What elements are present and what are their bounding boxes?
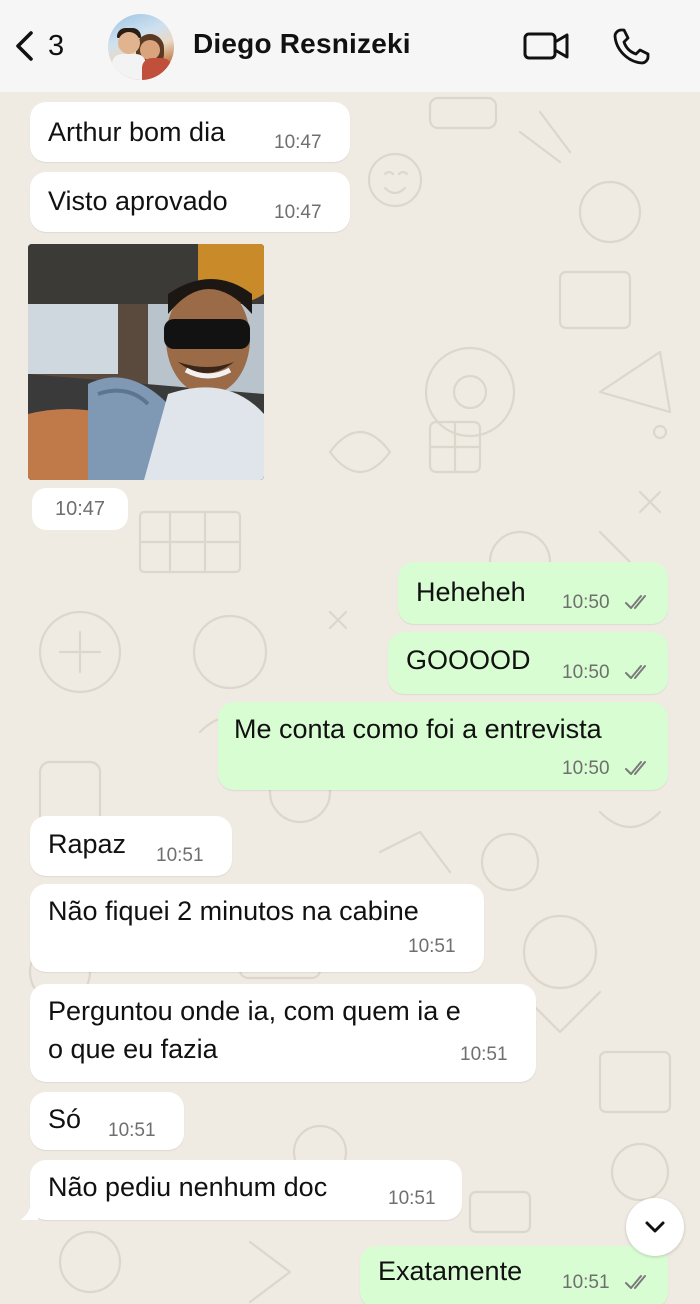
message-incoming[interactable]: Visto aprovado 10:47	[30, 172, 350, 232]
photo-content	[28, 244, 264, 480]
message-incoming[interactable]: Arthur bom dia 10:47	[30, 102, 350, 162]
message-time: 10:51	[562, 1272, 610, 1293]
message-outgoing[interactable]: Me conta como foi a entrevista 10:50	[218, 702, 668, 790]
double-check-icon	[625, 665, 646, 679]
chevron-down-icon	[645, 1221, 665, 1233]
message-text: Rapaz	[48, 829, 127, 859]
message-incoming[interactable]: Só 10:51	[30, 1092, 184, 1150]
message-text: Perguntou onde ia, com quem ia e	[48, 996, 461, 1026]
message-time: 10:51	[460, 1044, 508, 1065]
message-time: 10:51	[108, 1120, 156, 1141]
chat-area[interactable]: Arthur bom dia 10:47 Visto aprovado 10:4…	[0, 92, 700, 1304]
message-time: 10:51	[408, 936, 456, 957]
message-incoming[interactable]: Perguntou onde ia, com quem ia e o que e…	[30, 984, 536, 1082]
unread-count: 3	[48, 29, 65, 62]
message-incoming[interactable]: Não fiquei 2 minutos na cabine 10:51	[30, 884, 484, 972]
message-image[interactable]	[28, 244, 264, 480]
message-text: Só	[48, 1104, 82, 1134]
back-button[interactable]: 3	[12, 26, 64, 66]
message-time: 10:50	[562, 662, 610, 683]
double-check-icon	[625, 1275, 646, 1289]
double-check-icon	[625, 761, 646, 775]
phone-icon[interactable]	[612, 26, 652, 66]
chevron-left-icon	[16, 31, 33, 61]
message-time: 10:51	[156, 845, 204, 866]
message-text: Exatamente	[378, 1256, 523, 1286]
message-text: Heheheh	[416, 577, 526, 607]
double-check-icon	[625, 595, 646, 609]
scroll-to-bottom-button[interactable]	[626, 1198, 684, 1256]
message-text: Não fiquei 2 minutos na cabine	[48, 896, 419, 926]
contact-name[interactable]: Diego Resnizeki	[193, 28, 411, 60]
chat-header: 3 Diego Resnizeki	[0, 0, 700, 92]
message-outgoing[interactable]: Heheheh 10:50	[398, 562, 668, 624]
message-time: 10:47	[274, 132, 322, 153]
message-time: 10:50	[562, 592, 610, 613]
message-time: 10:51	[388, 1188, 436, 1209]
message-text: o que eu fazia	[48, 1034, 218, 1064]
message-outgoing[interactable]: Exatamente 10:51	[360, 1246, 668, 1304]
message-text: GOOOOD	[406, 645, 531, 675]
avatar[interactable]	[108, 14, 174, 80]
bubble-tail	[20, 1200, 38, 1220]
message-text: Visto aprovado	[48, 186, 228, 216]
message-incoming[interactable]: Rapaz 10:51	[30, 816, 232, 876]
message-time: 10:50	[562, 758, 610, 779]
message-time: 10:47	[32, 488, 128, 530]
message-outgoing[interactable]: GOOOOD 10:50	[388, 632, 668, 694]
video-camera-icon[interactable]	[522, 26, 572, 66]
message-text: Arthur bom dia	[48, 117, 226, 147]
message-text: Não pediu nenhum doc	[48, 1172, 328, 1202]
message-time: 10:47	[274, 202, 322, 223]
message-incoming[interactable]: Não pediu nenhum doc 10:51	[30, 1160, 462, 1220]
message-text: Me conta como foi a entrevista	[234, 714, 602, 744]
